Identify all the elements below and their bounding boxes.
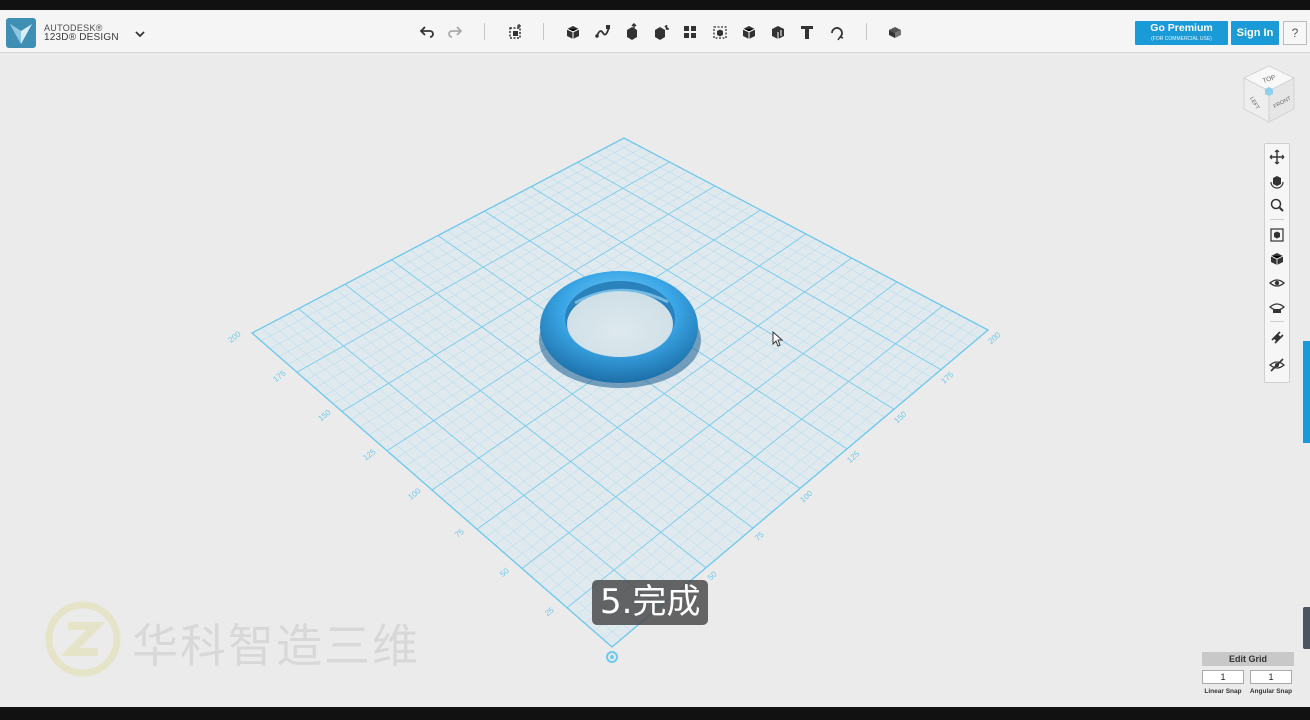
- go-premium-label: Go Premium: [1150, 22, 1213, 34]
- primitives-icon[interactable]: [562, 21, 584, 43]
- visibility-icon[interactable]: [1268, 274, 1286, 292]
- side-panel-handle[interactable]: [1303, 607, 1310, 649]
- view-cube[interactable]: TOP LEFT FRONT: [1238, 64, 1300, 126]
- modify-icon[interactable]: [650, 21, 672, 43]
- ground-grid: 25 50 75 100 125 150 175 200 50 75 100 125 150 175 200: [226, 137, 1003, 648]
- grid-axis-label: 200: [226, 329, 242, 345]
- grid-origin-marker: [606, 651, 618, 663]
- grid-plane: [252, 138, 988, 647]
- grid-axis-label: 150: [316, 408, 332, 424]
- mouse-cursor-icon: [772, 331, 784, 347]
- transform-icon[interactable]: [504, 21, 526, 43]
- grid-axis-label: 50: [706, 569, 719, 582]
- toolbar-divider: [543, 23, 544, 40]
- toolbar-divider: [866, 23, 867, 40]
- snap-icon[interactable]: [826, 21, 848, 43]
- edit-grid-button[interactable]: Edit Grid: [1202, 652, 1294, 666]
- fit-icon[interactable]: [1268, 226, 1286, 244]
- go-premium-button[interactable]: Go Premium (FOR COMMERCIAL USE): [1135, 21, 1228, 45]
- linear-snap-label: Linear Snap: [1204, 688, 1242, 695]
- grid-axis-label: 175: [939, 370, 955, 386]
- redo-icon[interactable]: [444, 21, 466, 43]
- sketch-icon[interactable]: [592, 21, 614, 43]
- construct-icon[interactable]: [621, 21, 643, 43]
- navbar-divider: [1270, 321, 1284, 322]
- side-panel-toggle[interactable]: [1303, 341, 1310, 443]
- hide-icon[interactable]: [1268, 356, 1286, 374]
- angular-snap-input[interactable]: [1250, 670, 1292, 684]
- grid-axis-label: 25: [543, 605, 556, 618]
- angular-snap-label: Angular Snap: [1249, 688, 1293, 695]
- autodesk-logo-icon[interactable]: [6, 18, 36, 48]
- watermark-logo-icon: [45, 601, 121, 677]
- grid-axis-label: 75: [453, 527, 466, 540]
- grid-axis-label: 150: [892, 409, 908, 425]
- zoom-icon[interactable]: [1268, 196, 1286, 214]
- brand-product: 123D® DESIGN: [44, 32, 119, 43]
- grid-axis-label: 125: [845, 449, 861, 465]
- navbar-divider: [1270, 219, 1284, 220]
- app-menu-chevron-icon[interactable]: [132, 26, 148, 42]
- pattern-icon[interactable]: [679, 21, 701, 43]
- app-window: 25 50 75 100 125 150 175 200 50 75 100 125 150 175 200…: [0, 10, 1310, 707]
- help-button[interactable]: ?: [1283, 21, 1307, 45]
- grid-settings-panel: Edit Grid Linear Snap Angular Snap: [1200, 650, 1294, 700]
- grid-axis-label: 125: [361, 447, 377, 463]
- grid-axis-label: 100: [406, 486, 422, 502]
- views-icon[interactable]: [1268, 250, 1286, 268]
- grid-axis-label: 75: [753, 530, 766, 543]
- go-premium-sublabel: (FOR COMMERCIAL USE): [1151, 36, 1212, 42]
- undo-icon[interactable]: [416, 21, 438, 43]
- pan-icon[interactable]: [1268, 148, 1286, 166]
- navigation-bar: [1264, 143, 1290, 383]
- material-icon[interactable]: [884, 21, 906, 43]
- snap-tool-icon[interactable]: [1268, 328, 1286, 346]
- grid-axis-label: 175: [271, 368, 287, 384]
- linear-snap-input[interactable]: [1202, 670, 1244, 684]
- screen-bottom-edge: [0, 707, 1310, 720]
- combine-icon[interactable]: [738, 21, 760, 43]
- material-display-icon[interactable]: [1268, 298, 1286, 316]
- measure-icon[interactable]: [767, 21, 789, 43]
- watermark-text: 华科智造三维: [132, 619, 420, 673]
- grid-axis-label: 200: [986, 330, 1002, 346]
- sign-in-button[interactable]: Sign In: [1231, 21, 1279, 45]
- toolbar-divider: [484, 23, 485, 40]
- orbit-icon[interactable]: [1268, 172, 1286, 190]
- top-toolbar: AUTODESK® 123D® DESIGN Go Premium (FOR C…: [0, 10, 1310, 53]
- grid-axis-label: 100: [798, 488, 814, 504]
- grid-axis-label: 50: [498, 566, 511, 579]
- grouping-icon[interactable]: [709, 21, 731, 43]
- text-icon[interactable]: [796, 21, 818, 43]
- subtitle-caption: 5.完成: [592, 580, 709, 625]
